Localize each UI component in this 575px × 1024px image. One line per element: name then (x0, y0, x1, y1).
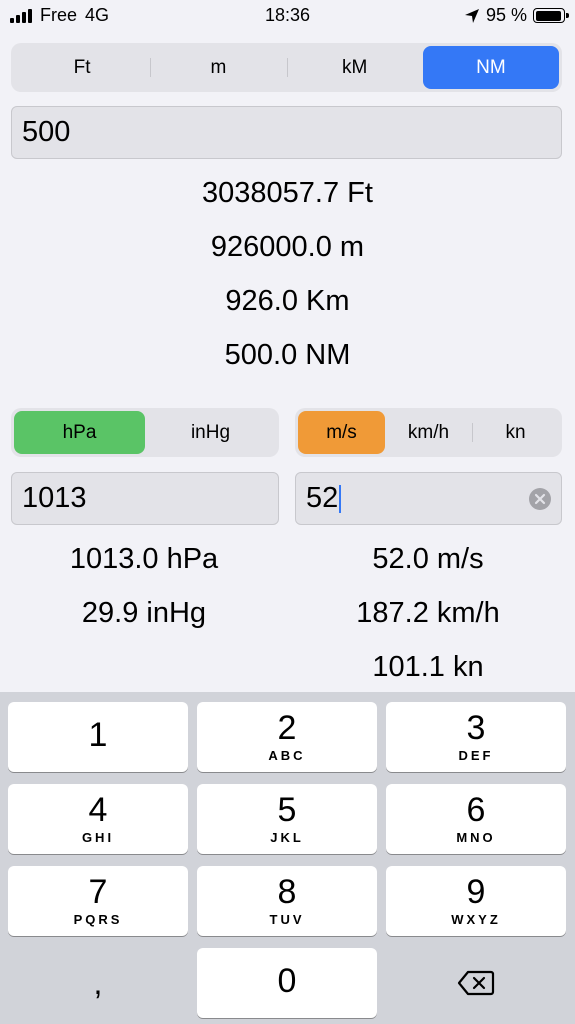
battery-icon (533, 8, 569, 23)
key-6[interactable]: 6 MNO (386, 784, 566, 854)
key-2[interactable]: 2 ABC (197, 702, 377, 772)
battery-percent: 95 % (485, 5, 527, 25)
clear-icon[interactable] (529, 487, 551, 510)
distance-unit-selector: Ft m kM NM (11, 43, 562, 92)
distance-result-km: 926.0 Km (225, 285, 350, 317)
backspace-icon (457, 970, 495, 996)
speed-result-kn: 101.1 kn (372, 651, 484, 683)
numeric-keypad: 1 2 ABC 3 DEF 4 GHI 5 JKL 6 MNO 7 PQRS 8… (0, 692, 575, 1024)
speed-result-kmh: 187.2 km/h (356, 597, 500, 629)
speed-input-value: 52 (306, 482, 339, 514)
pressure-input[interactable]: 1013 (11, 472, 279, 525)
key-decimal[interactable]: , (8, 948, 188, 1018)
distance-unit-km[interactable]: kM (286, 46, 423, 89)
key-delete[interactable] (386, 948, 566, 1018)
pressure-result-inhg: 29.9 inHg (81, 597, 207, 629)
key-0[interactable]: 0 (197, 948, 377, 1018)
key-8[interactable]: 8 TUV (197, 866, 377, 936)
distance-unit-ft[interactable]: Ft (14, 46, 150, 89)
distance-result-ft: 3038057.7 Ft (202, 177, 373, 209)
pressure-unit-hpa[interactable]: hPa (14, 411, 145, 454)
distance-unit-nm[interactable]: NM (422, 46, 559, 89)
speed-result-ms: 52.0 m/s (372, 543, 484, 575)
key-1[interactable]: 1 (8, 702, 188, 772)
speed-unit-kn[interactable]: kn (472, 411, 559, 454)
key-7[interactable]: 7 PQRS (8, 866, 188, 936)
speed-unit-selector: m/s km/h kn (295, 408, 562, 457)
distance-input[interactable]: 500 (11, 106, 562, 159)
pressure-result-hpa: 1013.0 hPa (69, 543, 219, 575)
distance-unit-m[interactable]: m (150, 46, 286, 89)
speed-input[interactable]: 52 (295, 472, 562, 525)
speed-unit-kmh[interactable]: km/h (385, 411, 472, 454)
distance-result-m: 926000.0 m (210, 231, 365, 263)
pressure-unit-inhg[interactable]: inHg (145, 411, 276, 454)
speed-unit-ms[interactable]: m/s (298, 411, 385, 454)
distance-input-value: 500 (22, 116, 71, 148)
key-5[interactable]: 5 JKL (197, 784, 377, 854)
key-9[interactable]: 9 WXYZ (386, 866, 566, 936)
distance-result-nm: 500.0 NM (224, 339, 351, 371)
key-3[interactable]: 3 DEF (386, 702, 566, 772)
text-caret (339, 484, 342, 513)
key-4[interactable]: 4 GHI (8, 784, 188, 854)
status-right: 95 % (464, 5, 569, 26)
pressure-input-value: 1013 (22, 482, 87, 514)
location-arrow-icon (464, 8, 479, 23)
pressure-unit-selector: hPa inHg (11, 408, 279, 457)
status-bar: Free 4G 18:36 95 % (0, 0, 575, 32)
